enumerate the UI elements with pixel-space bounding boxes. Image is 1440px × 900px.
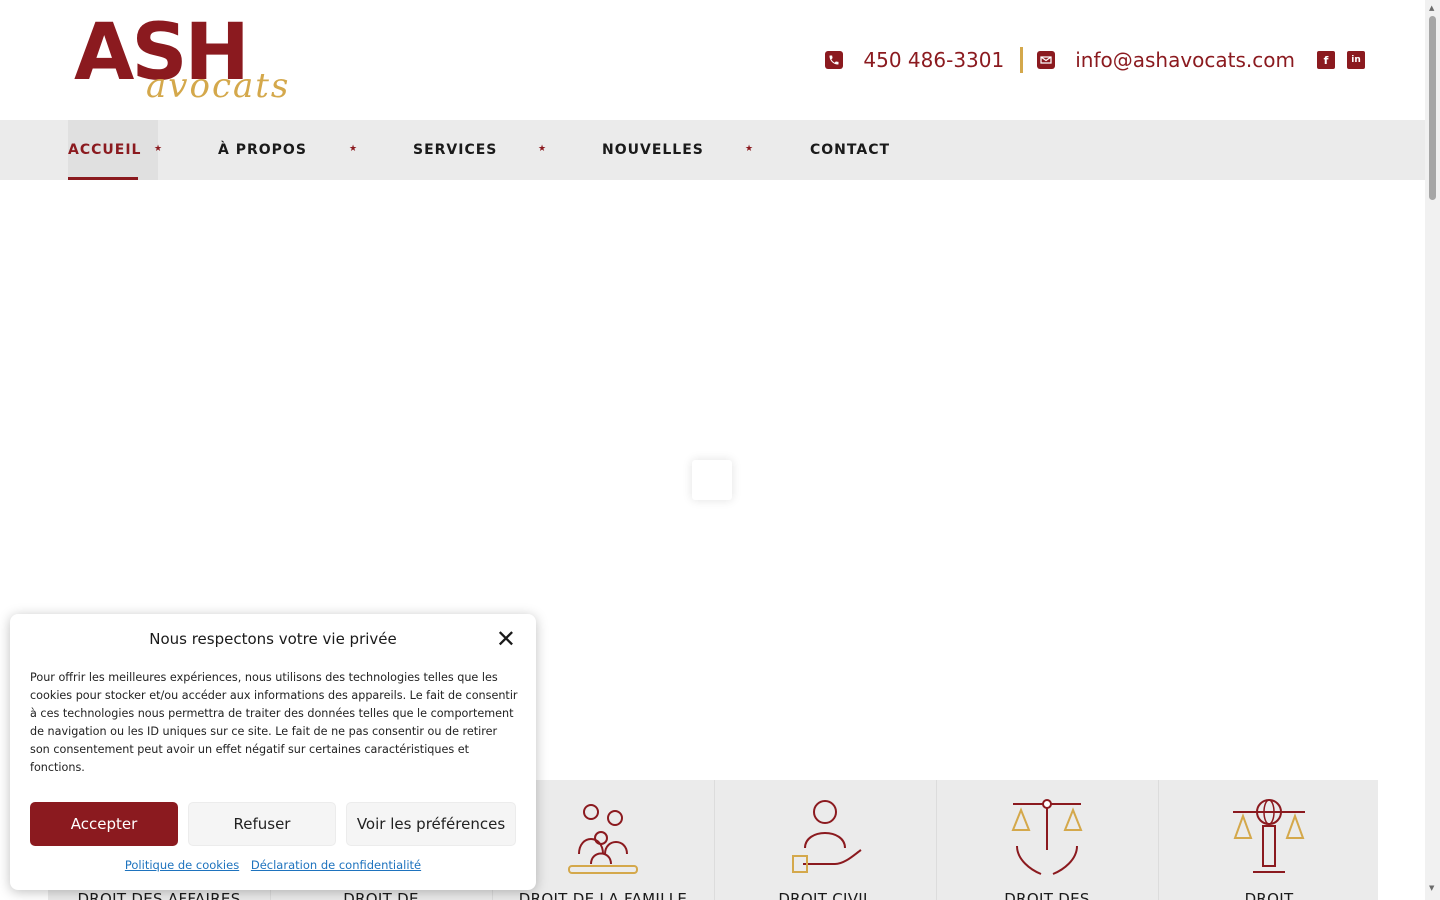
cookie-title: Nous respectons votre vie privée bbox=[149, 630, 397, 648]
nav-separator-star: ★ bbox=[349, 144, 358, 154]
page-scrollbar[interactable]: ▲ ▼ bbox=[1425, 0, 1440, 900]
scroll-up-arrow-icon[interactable]: ▲ bbox=[1429, 4, 1434, 12]
service-label: DROIT CIVIL bbox=[778, 890, 872, 900]
service-label: DROIT DE bbox=[343, 890, 419, 900]
envelope-icon bbox=[1037, 51, 1056, 69]
family-icon bbox=[568, 804, 638, 874]
privacy-statement-link[interactable]: Déclaration de confidentialité bbox=[251, 858, 421, 872]
contact-divider bbox=[1020, 47, 1024, 73]
phone-icon bbox=[825, 51, 844, 69]
nav-item-contact[interactable]: CONTACT bbox=[810, 120, 890, 180]
site-logo[interactable]: ASH avocats bbox=[72, 8, 291, 108]
nav-item-a-propos[interactable]: À PROPOS bbox=[218, 120, 307, 180]
phone-number[interactable]: 450 486-3301 bbox=[863, 48, 1004, 72]
globe-scales-icon bbox=[1233, 799, 1305, 873]
linkedin-icon[interactable]: in bbox=[1347, 51, 1365, 69]
nav-separator-star: ★ bbox=[745, 144, 754, 154]
service-label: DROIT bbox=[1244, 890, 1294, 900]
cookie-links: Politique de cookies Déclaration de conf… bbox=[10, 858, 536, 872]
scroll-down-arrow-icon[interactable]: ▼ bbox=[1429, 884, 1434, 892]
service-label: DROIT DES bbox=[1004, 890, 1090, 900]
cookie-message: Pour offrir les meilleures expériences, … bbox=[30, 671, 518, 774]
cookie-policy-link[interactable]: Politique de cookies bbox=[125, 858, 239, 872]
nav-separator-star: ★ bbox=[154, 144, 163, 154]
service-label: DROIT DES AFFAIRES bbox=[77, 890, 241, 900]
scroll-thumb[interactable] bbox=[1429, 16, 1436, 200]
scales-hands-icon bbox=[1011, 799, 1083, 875]
service-label: DROIT DE LA FAMILLE bbox=[518, 890, 688, 900]
site-header: ASH avocats 450 486-3301 info@ashavocats… bbox=[0, 0, 1425, 120]
logo-sub-text: avocats bbox=[146, 66, 291, 106]
nav-separator-star: ★ bbox=[538, 144, 547, 154]
main-nav: ACCUEIL À PROPOS SERVICES NOUVELLES CONT… bbox=[0, 120, 1425, 180]
hero-loading-placeholder bbox=[692, 460, 732, 500]
nav-item-nouvelles[interactable]: NOUVELLES bbox=[602, 120, 704, 180]
email-link[interactable]: info@ashavocats.com bbox=[1075, 48, 1295, 72]
service-card[interactable]: DROIT DES bbox=[936, 780, 1158, 900]
cookie-consent-dialog: Nous respectons votre vie privée ✕ Pour … bbox=[10, 614, 536, 890]
person-hand-icon bbox=[792, 800, 862, 873]
nav-item-services[interactable]: SERVICES bbox=[413, 120, 497, 180]
refuse-button[interactable]: Refuser bbox=[188, 802, 336, 846]
nav-active-underline bbox=[68, 177, 138, 180]
service-card[interactable]: DROIT bbox=[1158, 780, 1380, 900]
preferences-button[interactable]: Voir les préférences bbox=[346, 802, 516, 846]
close-icon[interactable]: ✕ bbox=[496, 626, 516, 652]
facebook-icon[interactable]: f bbox=[1317, 51, 1335, 69]
social-links: f in bbox=[1317, 51, 1365, 69]
nav-item-accueil[interactable]: ACCUEIL bbox=[68, 120, 141, 180]
service-card[interactable]: DROIT CIVIL bbox=[714, 780, 936, 900]
contact-bar: 450 486-3301 info@ashavocats.com f in bbox=[825, 44, 1365, 76]
accept-button[interactable]: Accepter bbox=[30, 802, 178, 846]
